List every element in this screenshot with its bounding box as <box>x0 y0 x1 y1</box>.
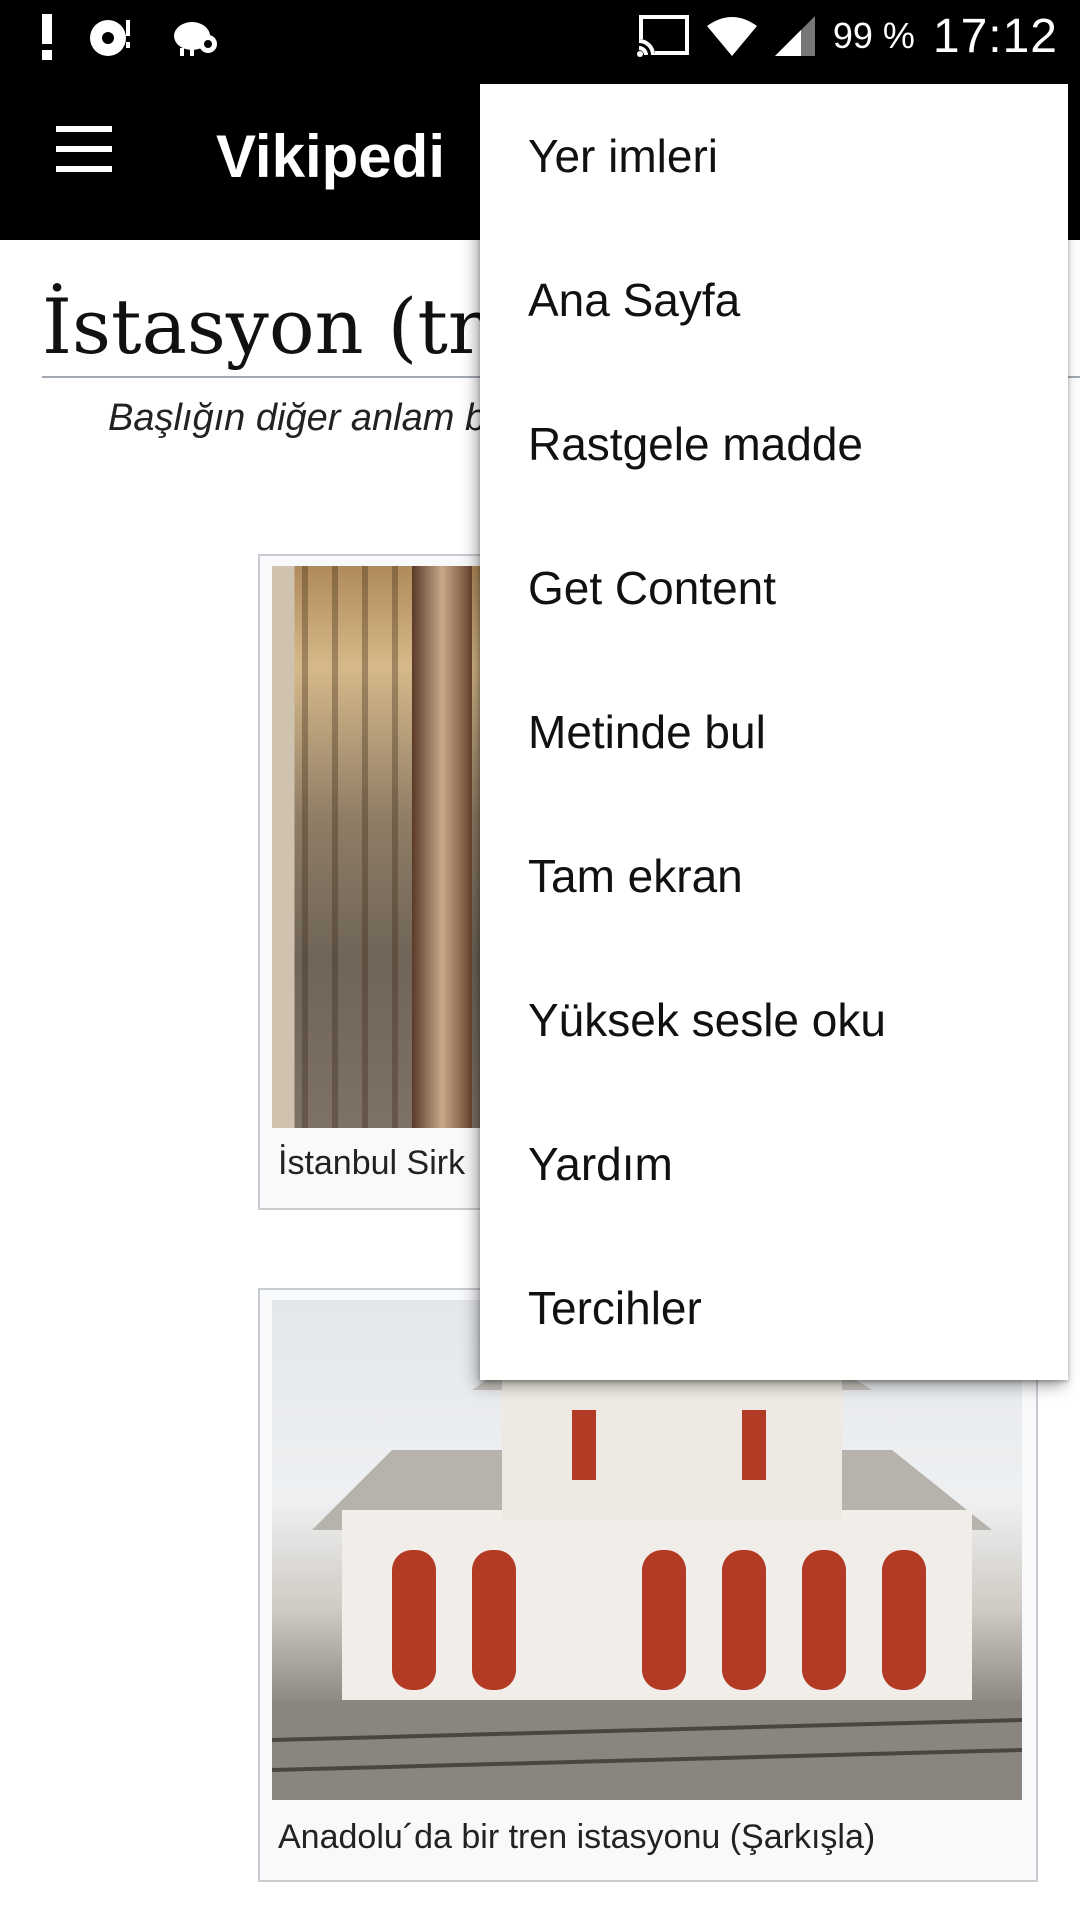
music-disc-icon <box>90 20 130 56</box>
kiwi-bird-icon <box>174 22 217 56</box>
menu-item-fullscreen[interactable]: Tam ekran <box>480 804 1068 948</box>
signal-icon <box>774 16 815 56</box>
battery-percentage: 99 % <box>832 15 915 56</box>
hamburger-icon[interactable] <box>40 126 124 186</box>
app-title: Vikipedi <box>216 123 445 190</box>
menu-item-read-aloud[interactable]: Yüksek sesle oku <box>480 948 1068 1092</box>
clock: 17:12 <box>932 9 1058 63</box>
wifi-icon <box>706 17 757 56</box>
menu-item-main-page[interactable]: Ana Sayfa <box>480 228 1068 372</box>
alert-icon <box>42 14 52 60</box>
menu-item-bookmarks[interactable]: Yer imleri <box>480 84 1068 228</box>
status-icons-left <box>40 10 220 62</box>
menu-item-random-article[interactable]: Rastgele madde <box>480 372 1068 516</box>
figure-caption: Anadolu´da bir tren istasyonu (Şarkışla) <box>278 1818 876 1856</box>
menu-item-find-in-text[interactable]: Metinde bul <box>480 660 1068 804</box>
status-bar: 99 % 17:12 <box>0 0 1080 72</box>
cast-icon <box>636 15 689 57</box>
menu-item-preferences[interactable]: Tercihler <box>480 1236 1068 1380</box>
menu-item-help[interactable]: Yardım <box>480 1092 1068 1236</box>
figure-caption: İstanbul Sirk <box>278 1144 466 1182</box>
overflow-menu: Yer imleri Ana Sayfa Rastgele madde Get … <box>480 84 1068 1380</box>
status-icons-right: 99 % 17:12 <box>636 0 1058 72</box>
menu-item-get-content[interactable]: Get Content <box>480 516 1068 660</box>
